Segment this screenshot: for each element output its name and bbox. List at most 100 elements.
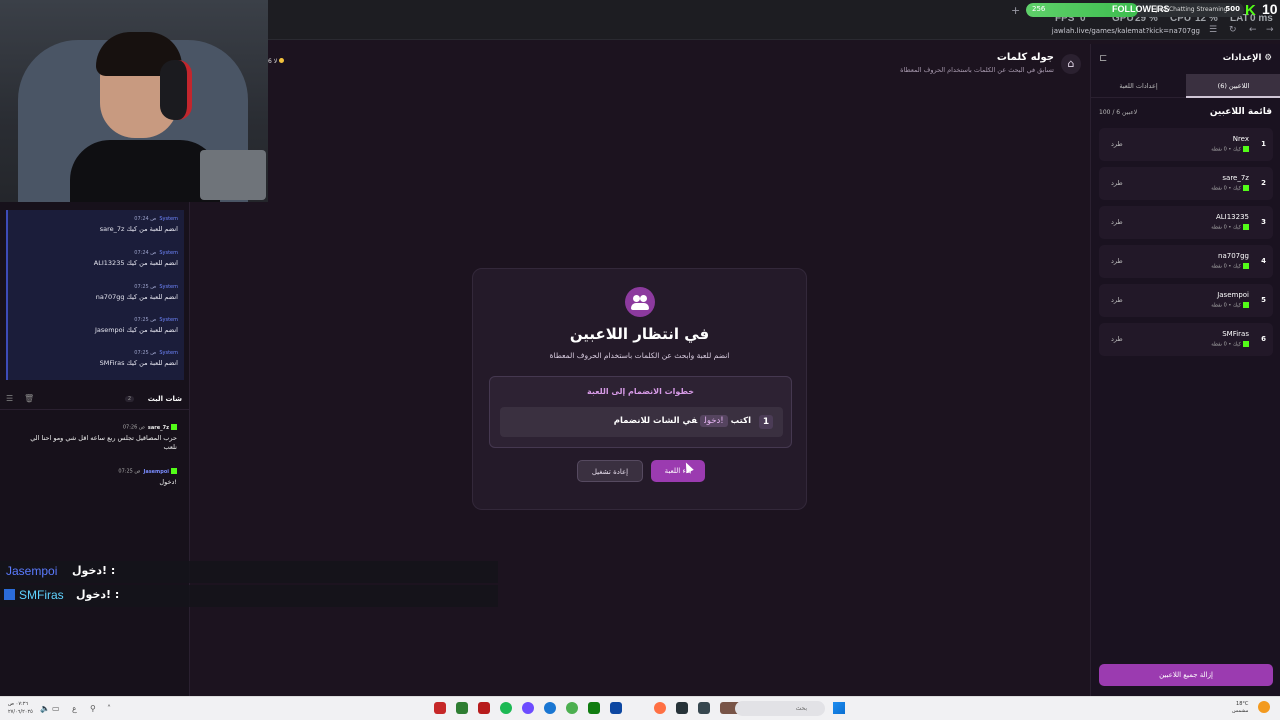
system-log-item: 07:25 ص System SMFiras انضم للعبة من كيك [8,350,178,367]
followers-goal: 500 [1225,5,1240,13]
modal-title: في انتظار اللاعبين [569,325,710,343]
player-meta: كيك • 0 نقطة [1211,302,1249,309]
home-icon: ⌂ [1067,57,1075,70]
app-icon-terminal[interactable] [698,702,710,714]
player-row: 3 ALI13235 كيك • 0 نقطة طرد [1099,206,1273,239]
list-icon[interactable]: ☰ [6,394,13,403]
kick-player-button[interactable]: طرد [1111,218,1123,226]
windows-start-icon[interactable] [833,702,845,714]
language-icon[interactable]: ع [72,704,77,713]
xbox-icon[interactable] [588,702,600,714]
player-meta: كيك • 0 نقطة [1211,224,1249,231]
app-icon-chat[interactable] [522,702,534,714]
overlay-chat-user: Jasempoi [6,564,58,578]
player-row: 2 sare_7z كيك • 0 نقطة طرد [1099,167,1273,200]
collapse-sidebar-icon[interactable]: ⊏ [1099,53,1107,64]
network-icon[interactable]: ▭ [52,704,60,713]
spotify-icon[interactable] [500,702,512,714]
player-row: 5 Jasempoi كيك • 0 نقطة طرد [1099,284,1273,317]
taskbar-date: ٢٧/٠٦/٢٠٢٥ [8,709,33,715]
system-log-text: ALI13235 انضم للعبة من كيك [93,259,178,267]
kick-icon [1243,302,1249,308]
webcam-microphone [200,150,266,200]
restart-button[interactable]: إعادة تشغيل [577,460,643,482]
player-row: 6 SMFiras كيك • 0 نقطة طرد [1099,323,1273,356]
taskbar-time: ٠٧:٢٦ ص [8,701,29,707]
address-bar[interactable]: jawlah.live/games/kalemat?kick=na707gg [1052,27,1200,35]
webcam-person-body [70,140,220,202]
players-count: 100 / 6 لاعبين [1099,109,1138,116]
system-log-text: Jasempoi انضم للعبة من كيك [94,326,178,334]
back-icon[interactable]: ← [1249,25,1257,35]
system-log-item: 07:25 ص System Jasempoi انضم للعبة من كيك [8,317,178,334]
system-log-time: 07:25 ص [134,317,157,323]
start-game-button[interactable]: بدء اللعبة [651,460,705,482]
badge-icon [4,589,15,600]
stream-category: Just Chatting Streaming [1156,6,1228,13]
sidebar-tabs: إعدادات اللعبة اللاعبين (6) [1091,74,1280,98]
kick-player-button[interactable]: طرد [1111,335,1123,343]
gear-icon: ⚙ [1264,53,1272,63]
players-icon [625,287,655,317]
system-log-text: na707gg انضم للعبة من كيك [95,293,178,301]
step-command: !دخول [700,415,728,427]
chrome-icon[interactable] [566,702,578,714]
taskbar-clock[interactable]: ٠٧:٢٦ ص ٢٧/٠٦/٢٠٢٥ [8,700,33,716]
step-prefix: اكتب [730,416,751,426]
reload-icon[interactable]: ↻ [1229,25,1237,35]
chevron-up-icon[interactable]: ˄ [107,704,111,713]
modal-subtitle: انضم للعبة وابحث عن الكلمات باستخدام الح… [549,351,730,360]
home-button[interactable]: ⌂ [1061,54,1081,74]
join-step: 1 اكتب!دخولفي الشات للانضمام [500,407,783,437]
steps-title: خطوات الانضمام إلى اللعبة [586,387,694,396]
tab-players[interactable]: اللاعبين (6) [1186,74,1280,98]
kick-icon [1243,185,1249,191]
step-number: 1 [759,415,773,429]
kick-icon [1243,146,1249,152]
menu-icon[interactable]: ☰ [1209,25,1217,35]
system-log-name: System [159,350,178,356]
join-steps-box: خطوات الانضمام إلى اللعبة 1 اكتب!دخولفي … [489,376,792,448]
player-name: SMFiras [1222,330,1249,338]
kick-player-button[interactable]: طرد [1111,179,1123,187]
app-icon-dev[interactable] [676,702,688,714]
system-log-time: 07:25 ص [134,350,157,356]
status-dot-icon [279,58,285,63]
player-meta: كيك • 0 نقطة [1211,146,1249,153]
overlay-chat-username: SMFiras [19,588,64,602]
forward-icon[interactable]: → [1266,25,1274,35]
waiting-modal: في انتظار اللاعبين انضم للعبة وابحث عن ا… [472,268,807,510]
system-log-name: System [159,216,178,222]
player-meta: كيك • 0 نقطة [1211,185,1249,192]
pin-icon[interactable]: ⚲ [90,704,96,713]
app-icon-game[interactable] [478,702,490,714]
app-icon-minecraft[interactable] [456,702,468,714]
kick-player-button[interactable]: طرد [1111,296,1123,304]
trash-icon[interactable]: 🗑 [24,394,34,403]
kick-player-button[interactable]: طرد [1111,140,1123,148]
system-log-time: 07:24 ص [134,216,157,222]
speaker-icon[interactable]: 🔈 [40,704,50,713]
sidebar-title: الإعدادات ⚙ [1223,53,1272,63]
player-meta: كيك • 0 نقطة [1211,341,1249,348]
kick-player-button[interactable]: طرد [1111,257,1123,265]
player-name: sare_7z [1222,174,1249,182]
weather-widget[interactable]: 18°C مشمس [1232,701,1248,715]
weather-desc: مشمس [1232,708,1249,714]
followers-goal-bar: 256 FOLLOWERS Just Chatting Streaming 50… [1026,3,1244,17]
edge-icon[interactable] [544,702,556,714]
chat-message: 07:26 ص sare_7z حرب المصاقيل تجلس ربع ساع… [17,424,177,452]
tab-game-settings[interactable]: إعدادات اللعبة [1091,74,1186,98]
page-title: جوله كلمات [996,52,1054,63]
left-chat-panel: 07:24 ص System sare_7z انضم للعبة من كيك … [0,202,190,696]
taskbar: ٠٧:٢٦ ص ٢٧/٠٦/٢٠٢٥ 🔈 ▭ ع ⚲ ˄ بحث 18°C مشمس [0,696,1280,720]
app-icon-store[interactable] [610,702,622,714]
new-tab-button[interactable]: + [1011,4,1020,17]
followers-count: 256 [1032,5,1046,13]
system-log-item: 07:25 ص System na707gg انضم للعبة من كيك [8,284,178,301]
system-log-name: System [159,317,178,323]
app-icon-red[interactable] [434,702,446,714]
remove-all-players-button[interactable]: إزالة جميع اللاعبين [1099,664,1273,686]
taskbar-search[interactable]: بحث [735,701,825,716]
firefox-icon[interactable] [654,702,666,714]
